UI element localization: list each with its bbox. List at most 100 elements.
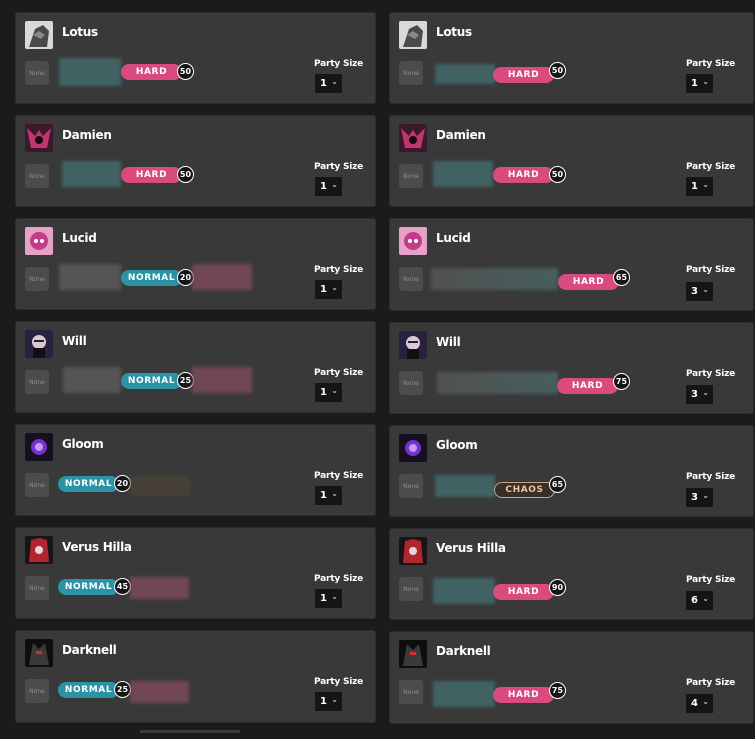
crystal-count-badge: 50 [177, 166, 194, 183]
none-button[interactable]: None [399, 577, 423, 601]
difficulty-badge[interactable]: NORMAL [58, 579, 119, 595]
party-size-select[interactable]: 1 ⌄ [686, 74, 713, 93]
verus-hilla-icon [25, 536, 53, 564]
blurred-slot [435, 64, 495, 84]
party-size-label: Party Size [686, 162, 736, 172]
lucid-icon [25, 227, 53, 255]
lucid-icon [399, 227, 427, 255]
none-button[interactable]: None [25, 473, 49, 497]
party-size-select[interactable]: 1 ⌄ [686, 177, 713, 196]
chevron-down-icon: ⌄ [702, 180, 709, 189]
party-size-label: Party Size [314, 677, 364, 687]
party-size-select[interactable]: 6 ⌄ [686, 591, 713, 610]
difficulty-badge[interactable]: HARD [557, 378, 618, 394]
difficulty-badge[interactable]: HARD [558, 274, 619, 290]
chevron-down-icon: ⌄ [331, 695, 338, 704]
none-button[interactable]: None [399, 267, 423, 291]
chevron-down-icon: ⌄ [331, 489, 338, 498]
damien-icon [25, 124, 53, 152]
difficulty-badge[interactable]: NORMAL [58, 682, 119, 698]
party-size-select[interactable]: 3 ⌄ [686, 385, 713, 404]
crystal-count-badge: 50 [177, 63, 194, 80]
difficulty-badge[interactable]: HARD [493, 67, 554, 83]
party-size-select[interactable]: 1 ⌄ [315, 486, 342, 505]
darknell-icon [25, 639, 53, 667]
boss-name: Lotus [436, 25, 472, 39]
boss-card-lotus: Lotus None HARD 50 Party Size 1 ⌄ [15, 12, 376, 104]
gloom-icon [25, 433, 53, 461]
blurred-slot [435, 475, 495, 497]
crystal-count-badge: 90 [549, 579, 566, 596]
party-size-select[interactable]: 1 ⌄ [315, 692, 342, 711]
party-size-label: Party Size [314, 59, 364, 69]
crystal-count-badge: 75 [549, 682, 566, 699]
difficulty-badge[interactable]: HARD [493, 584, 554, 600]
none-button[interactable]: None [25, 679, 49, 703]
chevron-down-icon: ⌄ [331, 386, 338, 395]
blurred-slot [63, 367, 121, 393]
difficulty-badge[interactable]: HARD [493, 687, 554, 703]
will-icon [25, 330, 53, 358]
boss-name: Will [62, 334, 87, 348]
difficulty-badge[interactable]: HARD [121, 167, 182, 183]
party-size-select[interactable]: 4 ⌄ [686, 694, 713, 713]
party-size-select[interactable]: 1 ⌄ [315, 589, 342, 608]
boss-name: Gloom [62, 437, 104, 451]
difficulty-badge[interactable]: NORMAL [121, 373, 182, 389]
difficulty-badge[interactable]: CHAOS [494, 482, 555, 498]
blurred-slot [433, 578, 495, 604]
crystal-count-badge: 75 [613, 373, 630, 390]
party-size-select[interactable]: 3 ⌄ [686, 488, 713, 507]
chevron-down-icon: ⌄ [331, 283, 338, 292]
none-button[interactable]: None [399, 474, 423, 498]
boss-card-verus-hilla: Verus Hilla None HARD 90 Party Size 6 ⌄ [389, 528, 754, 620]
boss-card-darknell: Darknell None HARD 75 Party Size 4 ⌄ [389, 631, 754, 724]
chevron-down-icon: ⌄ [702, 77, 709, 86]
party-size-select[interactable]: 1 ⌄ [315, 177, 342, 196]
difficulty-badge[interactable]: HARD [121, 64, 182, 80]
none-button[interactable]: None [25, 267, 49, 291]
boss-name: Damien [62, 128, 112, 142]
none-button[interactable]: None [399, 164, 423, 188]
boss-card-lotus: Lotus None HARD 50 Party Size 1 ⌄ [389, 12, 754, 104]
difficulty-badge[interactable]: NORMAL [121, 270, 182, 286]
will-icon [399, 331, 427, 359]
party-size-label: Party Size [686, 265, 736, 275]
none-button[interactable]: None [25, 61, 49, 85]
party-size-label: Party Size [314, 471, 364, 481]
chevron-down-icon: ⌄ [331, 77, 338, 86]
none-button[interactable]: None [25, 370, 49, 394]
chevron-down-icon: ⌄ [331, 180, 338, 189]
none-button[interactable]: None [25, 164, 49, 188]
boss-card-gloom: Gloom None NORMAL 20 Party Size 1 ⌄ [15, 424, 376, 516]
party-size-select[interactable]: 1 ⌄ [315, 74, 342, 93]
boss-card-damien: Damien None HARD 50 Party Size 1 ⌄ [15, 115, 376, 207]
difficulty-badge[interactable]: HARD [493, 167, 554, 183]
party-size-select[interactable]: 1 ⌄ [315, 280, 342, 299]
blurred-slot [192, 367, 252, 393]
bottom-edge-strip [140, 730, 240, 733]
boss-name: Verus Hilla [436, 541, 506, 555]
party-size-label: Party Size [314, 265, 364, 275]
blurred-slot [192, 264, 252, 290]
party-size-label: Party Size [314, 574, 364, 584]
boss-name: Darknell [436, 644, 491, 658]
blurred-slot [130, 577, 189, 599]
blurred-slot [433, 681, 495, 707]
party-size-select[interactable]: 3 ⌄ [686, 282, 713, 301]
damien-icon [399, 124, 427, 152]
party-size-label: Party Size [686, 472, 736, 482]
crystal-count-badge: 65 [549, 476, 566, 493]
none-button[interactable]: None [399, 61, 423, 85]
party-size-select[interactable]: 1 ⌄ [315, 383, 342, 402]
crystal-count-badge: 45 [114, 578, 131, 595]
blurred-slot [130, 476, 190, 496]
blurred-slot [130, 681, 189, 703]
lotus-icon [25, 21, 53, 49]
gloom-icon [399, 434, 427, 462]
none-button[interactable]: None [399, 371, 423, 395]
difficulty-badge[interactable]: NORMAL [58, 476, 119, 492]
none-button[interactable]: None [399, 680, 423, 704]
blurred-slot [59, 264, 121, 290]
none-button[interactable]: None [25, 576, 49, 600]
